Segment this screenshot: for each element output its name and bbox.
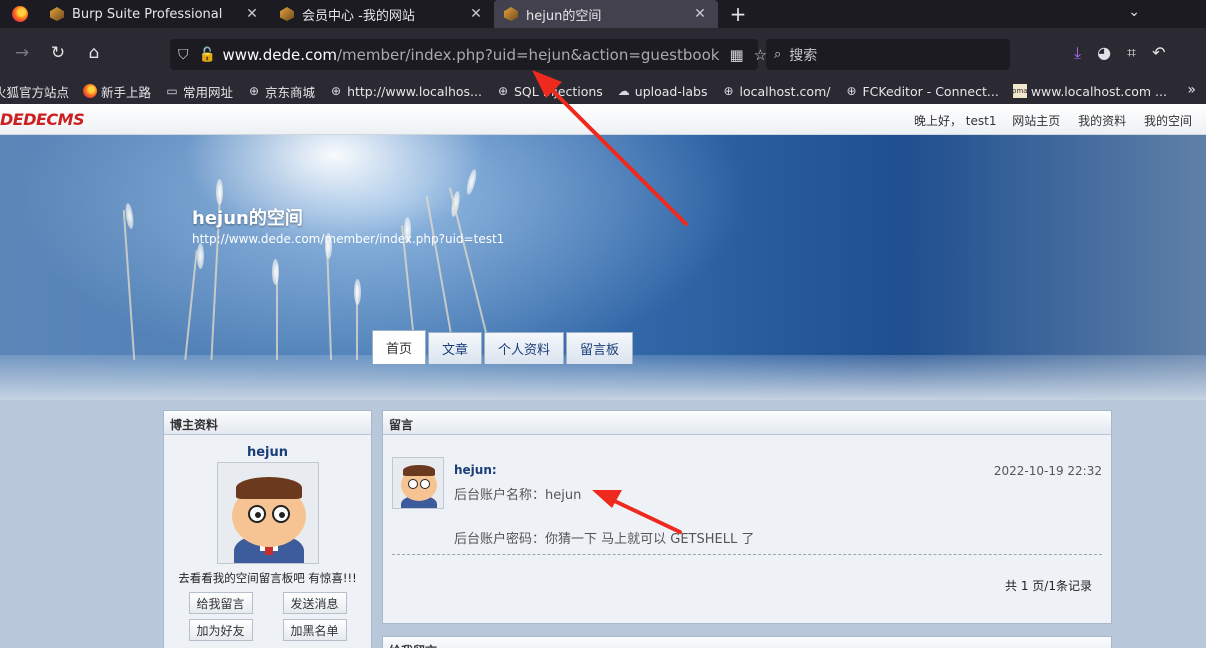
owner-panel-title: 博主资料: [164, 411, 371, 435]
nav-my-space[interactable]: 我的空间: [1144, 114, 1192, 128]
qr-code-icon[interactable]: ▦: [729, 46, 743, 64]
bookmark-localhost-com[interactable]: ⊕ localhost.com/: [721, 84, 830, 99]
folder-icon: ▭: [166, 84, 178, 98]
avatar-pupil: [278, 512, 285, 518]
tab-home[interactable]: 首页: [372, 330, 427, 364]
avatar-hair: [235, 477, 302, 499]
firefox-icon[interactable]: [0, 0, 40, 28]
tab-guestbook[interactable]: 留言板: [566, 332, 634, 364]
navigation-toolbar: → ↻ ⌂ ⛉ 🔓 www.dede.com/member/index.php?…: [0, 28, 1206, 78]
globe-icon: ⊕: [249, 84, 260, 98]
message-author-avatar[interactable]: [392, 457, 444, 509]
reload-icon[interactable]: ↻: [40, 43, 76, 63]
globe-icon: ⊕: [846, 84, 857, 98]
bookmark-getting-started[interactable]: 新手上路: [83, 82, 151, 101]
close-tab-icon[interactable]: ✕: [244, 6, 260, 22]
leave-message-panel-title: 给我留言: [383, 637, 1111, 648]
message-author[interactable]: hejun:: [454, 463, 497, 477]
owner-actions: 给我留言 发送消息 加为好友 加黑名单: [164, 592, 371, 641]
avatar-eye: [408, 479, 418, 489]
bookmark-upload-labs[interactable]: ☁ upload-labs: [617, 84, 708, 99]
browser-tab-bar: Burp Suite Professional ✕ 会员中心 -我的网站 ✕ h…: [0, 0, 1206, 28]
banner-seed: [464, 168, 479, 196]
owner-avatar[interactable]: [216, 462, 319, 564]
banner-seed: [354, 279, 361, 305]
tab-favicon-icon: [280, 7, 294, 21]
send-message-button[interactable]: 发送消息: [282, 592, 347, 614]
space-title: hejun的空间: [192, 208, 303, 229]
message-text-line: 后台账户密码：你猜一下 马上就可以 GETSHELL 了: [454, 532, 755, 547]
avatar-hair: [403, 465, 435, 476]
firefox-icon: [83, 84, 98, 98]
banner-reed: [122, 210, 136, 360]
space-url[interactable]: http://www.dede.com/member/index.php?uid…: [192, 232, 504, 246]
avatar-pupil: [254, 512, 261, 518]
bookmark-phpmyadmin[interactable]: pma www.localhost.com ...: [1012, 84, 1167, 99]
more-bookmarks-icon[interactable]: »: [1187, 82, 1196, 98]
tab-articles[interactable]: 文章: [428, 332, 483, 364]
address-bar[interactable]: ⛉ 🔓 www.dede.com/member/index.php?uid=he…: [170, 39, 767, 70]
greeting-text: 晚上好， test1: [913, 114, 997, 128]
leave-message-button[interactable]: 给我留言: [188, 592, 253, 614]
bookmark-localhost-http[interactable]: ⊕ http://www.localhos...: [329, 84, 482, 99]
owner-name[interactable]: hejun: [164, 445, 371, 460]
home-icon[interactable]: ⌂: [76, 43, 112, 63]
search-icon: ⌕: [774, 47, 782, 62]
upload-icon: ☁: [617, 84, 630, 98]
extension-globe-icon[interactable]: ◕: [1097, 43, 1111, 63]
insecure-lock-icon[interactable]: 🔓: [199, 47, 216, 63]
globe-icon: ⊕: [331, 84, 342, 98]
nav-my-profile[interactable]: 我的资料: [1078, 114, 1126, 128]
avatar-eye: [420, 479, 430, 489]
messages-panel-title: 留言: [383, 411, 1111, 435]
bookmarks-toolbar: 火狐官方站点 新手上路 ▭ 常用网址 ⊕ 京东商城 ⊕ http://www.loca…: [0, 78, 1206, 104]
tab-favicon-icon: [50, 7, 64, 21]
tab-member-center[interactable]: 会员中心 -我的网站 ✕: [270, 0, 494, 28]
undo-icon[interactable]: ↶: [1152, 43, 1165, 63]
globe-icon: ⊕: [497, 84, 509, 98]
close-tab-icon[interactable]: ✕: [468, 6, 484, 22]
screenshot-crop-icon[interactable]: ⌗: [1127, 43, 1136, 63]
tab-burp-suite[interactable]: Burp Suite Professional ✕: [40, 0, 270, 28]
bookmark-firefox-official[interactable]: 火狐官方站点: [0, 82, 69, 101]
tab-hejun-space[interactable]: hejun的空间 ✕: [494, 0, 718, 28]
message-text-line: 后台账户名称：hejun: [454, 488, 582, 503]
owner-note: 去看看我的空间留言板吧 有惊喜!!!: [178, 571, 357, 585]
pagination-info: 共 1 页/1条记录: [1005, 579, 1092, 593]
search-input[interactable]: ⌕ 搜索: [766, 39, 1010, 70]
download-icon[interactable]: ⤓: [1074, 43, 1081, 63]
owner-profile-panel: 博主资料 hejun 去看看我的空间留言板吧 有惊喜!!! 给我留言 发送消息 …: [163, 410, 372, 648]
bookmark-fckeditor[interactable]: ⊕ FCKeditor - Connect...: [844, 84, 998, 99]
phpmyadmin-icon: pma: [1012, 84, 1028, 98]
banner-seed: [216, 179, 223, 205]
message-divider: [392, 554, 1102, 555]
shield-icon[interactable]: ⛉: [178, 47, 189, 63]
url-text[interactable]: www.dede.com/member/index.php?uid=hejun&…: [223, 46, 720, 64]
dedecms-logo[interactable]: DEDECMS: [0, 110, 85, 129]
tab-favicon-icon: [504, 7, 518, 21]
close-tab-icon[interactable]: ✕: [692, 6, 708, 22]
banner-seed: [197, 243, 204, 269]
message-time: 2022-10-19 22:32: [993, 464, 1102, 478]
bookmark-jd[interactable]: ⊕ 京东商城: [247, 82, 315, 101]
bookmark-common-sites[interactable]: ▭ 常用网址: [165, 82, 233, 101]
add-blacklist-button[interactable]: 加黑名单: [282, 619, 347, 641]
space-tabs: 首页 文章 个人资料 留言板: [372, 330, 634, 364]
tab-profile[interactable]: 个人资料: [484, 332, 565, 364]
bookmark-sql-injections[interactable]: ⊕ SQL Injections: [496, 84, 603, 99]
guestbook-messages-panel: 留言 hejun: 2022-10-19 22:32 后台账户名称：hejun …: [382, 410, 1112, 624]
leave-message-panel: 给我留言: [382, 636, 1112, 648]
site-header: DEDECMS 晚上好， test1 网站主页 我的资料 我的空间: [0, 104, 1206, 135]
add-friend-button[interactable]: 加为好友: [188, 619, 253, 641]
banner-seed: [272, 259, 279, 285]
globe-icon: ⊕: [723, 84, 734, 98]
forward-icon[interactable]: →: [4, 43, 40, 63]
header-user-nav: 晚上好， test1 网站主页 我的资料 我的空间: [914, 112, 1206, 129]
list-tabs-icon[interactable]: ⌄: [1128, 4, 1140, 20]
nav-site-home[interactable]: 网站主页: [1012, 114, 1060, 128]
banner-reed: [184, 250, 198, 360]
new-tab-icon[interactable]: +: [724, 2, 752, 26]
